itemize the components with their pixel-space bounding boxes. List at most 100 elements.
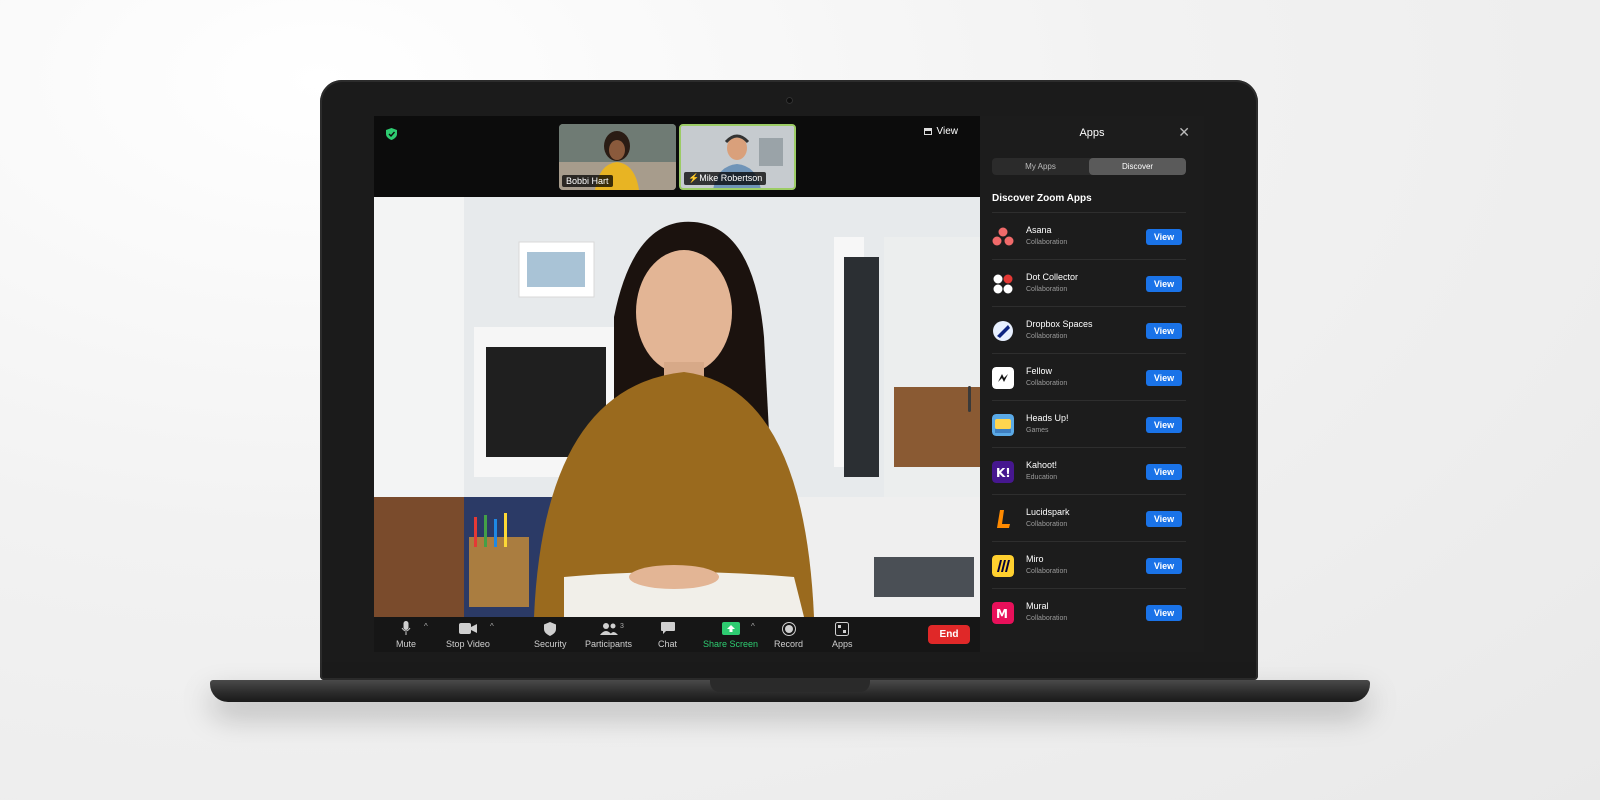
list-item[interactable]: Heads Up! Games View — [992, 400, 1186, 447]
participant-thumbnail-active-speaker[interactable]: ⚡Mike Robertson — [679, 124, 796, 190]
video-area: Bobbi Hart ⚡Mike Robertson View Mute ^ S… — [374, 116, 980, 652]
participants-label: Participants — [585, 639, 633, 649]
meeting-toolbar: Mute ^ Stop Video ^ Security Participant… — [374, 617, 980, 652]
svg-text:K!: K! — [996, 466, 1011, 480]
app-category: Collaboration — [1026, 521, 1068, 528]
apps-button[interactable]: Apps — [832, 620, 853, 649]
app-name: Mural — [1026, 601, 1049, 611]
apps-sidebar-panel: Apps ✕ My Apps Discover Discover Zoom Ap… — [980, 116, 1204, 652]
record-label: Record — [774, 639, 804, 649]
participant-thumbnail[interactable]: Bobbi Hart — [559, 124, 676, 190]
view-app-button[interactable]: View — [1146, 323, 1182, 339]
dot-collector-icon — [992, 273, 1014, 295]
main-speaker-video — [374, 197, 980, 617]
microphone-icon — [401, 620, 411, 637]
participants-count-badge: 3 — [620, 623, 624, 630]
participants-button[interactable]: Participants — [585, 620, 632, 649]
mute-label: Mute — [396, 639, 417, 649]
webcam-icon — [786, 97, 793, 104]
app-name: Dropbox Spaces — [1026, 319, 1093, 329]
apps-grid-icon — [835, 620, 850, 637]
view-layout-button[interactable]: View — [923, 126, 959, 137]
apps-tab-switcher: My Apps Discover — [992, 158, 1186, 175]
record-icon — [781, 620, 796, 637]
view-app-button[interactable]: View — [1146, 229, 1182, 245]
app-category: Collaboration — [1026, 380, 1068, 387]
section-title: Discover Zoom Apps — [992, 193, 1092, 204]
view-app-button[interactable]: View — [1146, 276, 1182, 292]
mural-icon: M — [992, 602, 1014, 624]
lucidspark-icon — [992, 508, 1014, 530]
share-screen-arrow-icon — [721, 620, 740, 637]
muted-mic-icon: ⚡ — [688, 173, 700, 183]
video-options-caret-icon[interactable]: ^ — [490, 622, 494, 631]
app-name: Lucidspark — [1026, 507, 1070, 517]
stop-video-button[interactable]: Stop Video — [446, 620, 490, 649]
list-item[interactable]: Asana Collaboration View — [992, 212, 1186, 259]
app-name: Asana — [1026, 225, 1052, 235]
app-category: Collaboration — [1026, 333, 1068, 340]
list-item[interactable]: K! Kahoot! Education View — [992, 447, 1186, 494]
thumbnail-strip: Bobbi Hart ⚡Mike Robertson View — [374, 116, 980, 196]
app-name: Miro — [1026, 554, 1044, 564]
view-layout-label: View — [936, 126, 959, 137]
apps-label: Apps — [832, 639, 853, 649]
panel-title: Apps — [1079, 127, 1105, 139]
list-item[interactable]: Miro Collaboration View — [992, 541, 1186, 588]
list-item[interactable]: Dropbox Spaces Collaboration View — [992, 306, 1186, 353]
laptop-notch — [710, 680, 870, 692]
list-item[interactable]: Dot Collector Collaboration View — [992, 259, 1186, 306]
share-options-caret-icon[interactable]: ^ — [751, 622, 755, 631]
list-item[interactable]: Lucidspark Collaboration View — [992, 494, 1186, 541]
end-meeting-button[interactable]: End — [928, 625, 970, 644]
app-category: Collaboration — [1026, 239, 1068, 246]
list-item[interactable]: M Mural Collaboration View — [992, 588, 1186, 635]
view-app-button[interactable]: View — [1146, 370, 1182, 386]
app-name: Dot Collector — [1026, 272, 1079, 282]
grid-view-icon — [923, 128, 932, 135]
mute-button[interactable]: Mute — [396, 620, 416, 649]
app-name: Fellow — [1026, 366, 1053, 376]
panel-resize-handle[interactable] — [968, 386, 971, 412]
chat-button[interactable]: Chat — [658, 620, 677, 649]
miro-icon — [992, 555, 1014, 577]
app-name: Heads Up! — [1026, 413, 1069, 423]
app-category: Education — [1026, 474, 1058, 481]
view-app-button[interactable]: View — [1146, 558, 1182, 574]
encryption-shield-icon — [386, 128, 397, 140]
close-icon[interactable]: ✕ — [1178, 124, 1190, 141]
audio-options-caret-icon[interactable]: ^ — [424, 622, 428, 631]
view-app-button[interactable]: View — [1146, 511, 1182, 527]
security-button[interactable]: Security — [534, 620, 567, 649]
list-item[interactable]: Fellow Collaboration View — [992, 353, 1186, 400]
tab-discover[interactable]: Discover — [1089, 158, 1186, 175]
speaker-video-frame — [374, 197, 980, 617]
fellow-icon — [992, 367, 1014, 389]
dropbox-spaces-icon — [992, 320, 1014, 342]
stop-video-label: Stop Video — [446, 639, 490, 649]
app-category: Collaboration — [1026, 615, 1068, 622]
view-app-button[interactable]: View — [1146, 464, 1182, 480]
app-name: Kahoot! — [1026, 460, 1058, 470]
app-list: Asana Collaboration View Dot Collector C… — [992, 212, 1186, 635]
share-screen-label: Share Screen — [703, 639, 759, 649]
share-screen-button[interactable]: Share Screen — [703, 620, 758, 649]
tab-my-apps[interactable]: My Apps — [992, 158, 1089, 175]
participant-name-label: Bobbi Hart — [562, 175, 613, 187]
view-app-button[interactable]: View — [1146, 605, 1182, 621]
svg-text:M: M — [996, 607, 1008, 621]
security-shield-icon — [544, 620, 557, 637]
kahoot-icon: K! — [992, 461, 1014, 483]
app-category: Collaboration — [1026, 568, 1068, 575]
heads-up-icon — [992, 414, 1014, 436]
chat-bubble-icon — [660, 620, 675, 637]
participants-icon — [599, 620, 619, 637]
zoom-meeting-window: Bobbi Hart ⚡Mike Robertson View Mute ^ S… — [374, 116, 1204, 652]
security-label: Security — [534, 639, 567, 649]
record-button[interactable]: Record — [774, 620, 803, 649]
participant-name-label: ⚡Mike Robertson — [684, 172, 767, 185]
chat-label: Chat — [658, 639, 678, 649]
view-app-button[interactable]: View — [1146, 417, 1182, 433]
laptop-lid: Bobbi Hart ⚡Mike Robertson View Mute ^ S… — [320, 80, 1258, 680]
laptop-base — [210, 680, 1370, 702]
